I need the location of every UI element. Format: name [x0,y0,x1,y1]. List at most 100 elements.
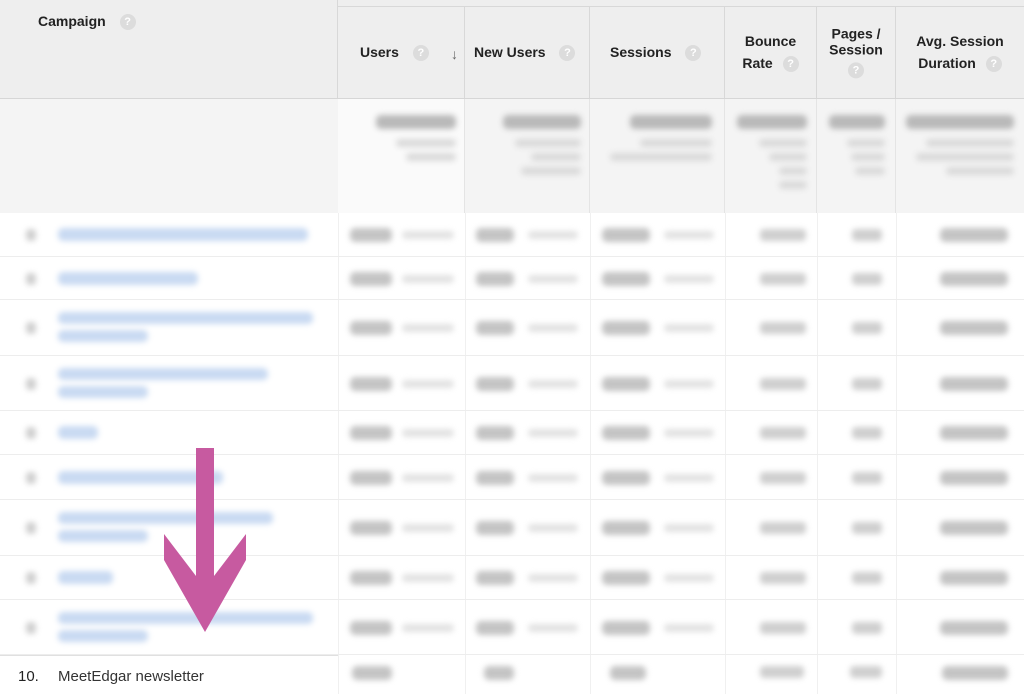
help-circle-icon[interactable]: ? [559,45,576,62]
row-metric-blurred [942,666,1008,680]
row-metric-blurred [940,470,1008,485]
column-header-pages-session[interactable]: Pages / Session ? [817,6,896,98]
row-metric-blurred [350,521,392,535]
row-metric-blurred [528,274,578,283]
row-metric-blurred [664,324,714,332]
pages-session-header-label-1: Pages / [831,25,881,42]
campaign-link-blurred [58,367,268,380]
row-metric-blurred [402,379,454,388]
sort-down-icon[interactable]: ↓ [451,46,458,62]
row-metric-blurred [350,321,392,335]
row-metric-blurred [350,620,392,635]
row-metric-blurred [664,623,714,632]
help-circle-icon[interactable]: ? [685,45,702,62]
campaign-link-blurred [58,629,148,642]
row-metric-blurred [476,571,514,585]
summary-avg-duration [896,99,1024,213]
row-metric-blurred [476,470,514,485]
column-header-campaign[interactable]: Campaign ? [0,0,338,98]
row-metric-blurred [852,572,882,584]
row-rank-blurred [26,572,36,584]
row-metric-blurred [476,271,514,286]
column-header-avg-session-duration[interactable]: Avg. Session Duration ? [896,6,1024,98]
row-metric-blurred [402,473,454,482]
row-metric-blurred [852,272,882,285]
row-metric-blurred [476,426,514,440]
row-metric-blurred [760,377,806,390]
row-metric-blurred [528,524,578,532]
row-metric-blurred [852,377,882,390]
row-metric-blurred [350,271,392,286]
help-circle-icon[interactable]: ? [848,62,864,79]
column-header-new-users[interactable]: New Users ? [465,6,590,98]
row-metric-blurred [664,574,714,582]
column-header-sessions[interactable]: Sessions ? [590,6,725,98]
summary-bounce-rate [725,99,817,213]
row-rank-blurred [26,621,36,634]
row-metric-blurred [760,621,806,634]
row-metric-blurred [760,522,806,534]
help-circle-icon[interactable]: ? [782,56,799,73]
row-metric-blurred [402,574,454,582]
summary-pages-session [817,99,896,213]
row-metric-blurred [528,473,578,482]
row-metric-blurred [528,231,578,239]
users-header-label: Users [360,44,399,60]
row-metric-blurred [350,470,392,485]
campaign-link-blurred [58,571,113,584]
row-metric-blurred [760,427,806,439]
campaign-name[interactable]: MeetEdgar newsletter [58,668,204,685]
row-metric-blurred [402,429,454,437]
help-circle-icon[interactable]: ? [985,56,1002,73]
row-metric-blurred [350,228,392,242]
row-metric-blurred [760,471,806,484]
campaign-link-blurred [58,385,148,398]
avg-duration-header-label-1: Avg. Session [916,33,1004,49]
row-metric-blurred [402,623,454,632]
analytics-table: Campaign ? Users ? ↓ New Users ? Session… [0,0,1024,695]
row-metric-blurred [940,571,1008,585]
row-rank-blurred [26,522,36,534]
row-metric-blurred [528,379,578,388]
row-metric-blurred [664,379,714,388]
row-metric-blurred [528,324,578,332]
table-row[interactable]: 10. MeetEdgar newsletter [0,655,338,695]
row-metric-blurred [940,521,1008,535]
row-metric-blurred [602,376,650,391]
row-metric-blurred [760,572,806,584]
row-metric-blurred [940,271,1008,286]
row-metric-blurred [664,524,714,532]
summary-sessions [590,99,725,213]
row-metric-blurred [476,521,514,535]
row-metric-blurred [402,231,454,239]
row-metric-blurred [602,271,650,286]
row-metric-blurred [760,322,806,334]
campaign-link-blurred [58,271,198,285]
row-metric-blurred [602,470,650,485]
campaign-link-blurred [58,330,148,342]
row-metric-blurred [402,324,454,332]
row-metric-blurred [402,274,454,283]
column-header-users[interactable]: Users ? ↓ [338,6,465,98]
row-metric-blurred [528,574,578,582]
column-header-bounce-rate[interactable]: Bounce Rate ? [725,6,817,98]
row-metric-blurred [664,473,714,482]
arrow-down-icon [164,448,246,632]
row-metric-blurred [760,229,806,241]
row-metric-blurred [852,322,882,334]
row-metric-blurred [940,620,1008,635]
row-rank-blurred [26,322,36,334]
table-header: Campaign ? Users ? ↓ New Users ? Session… [0,0,1024,99]
row-metric-blurred [760,666,804,678]
row-rank: 10. [18,668,39,685]
help-circle-icon[interactable]: ? [119,14,136,31]
row-metric-blurred [602,426,650,440]
row-rank-blurred [26,229,36,241]
row-metric-blurred [852,229,882,241]
row-metric-blurred [760,272,806,285]
row-metric-blurred [602,620,650,635]
help-circle-icon[interactable]: ? [412,45,429,62]
row-metric-blurred [484,666,514,680]
row-metric-blurred [476,228,514,242]
row-metric-blurred [528,429,578,437]
